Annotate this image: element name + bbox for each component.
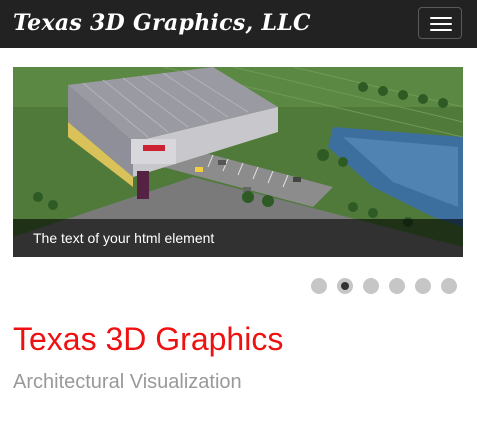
- slider-dot-2[interactable]: [337, 278, 353, 294]
- slide-caption: The text of your html element: [13, 219, 463, 257]
- slider-pagination: [311, 278, 463, 294]
- slide-caption-text: The text of your html element: [33, 230, 215, 246]
- hamburger-menu-button[interactable]: [418, 7, 462, 39]
- navbar: Texas 3D Graphics, LLC: [0, 0, 477, 48]
- slider-dot-3[interactable]: [363, 278, 379, 294]
- page-title: Texas 3D Graphics: [13, 321, 284, 357]
- hamburger-bar: [430, 23, 452, 25]
- brand-logo-text[interactable]: Texas 3D Graphics, LLC: [13, 6, 311, 40]
- slider-dot-5[interactable]: [415, 278, 431, 294]
- hamburger-bar: [430, 29, 452, 31]
- page-subtitle: Architectural Visualization: [13, 371, 242, 393]
- slider-dot-4[interactable]: [389, 278, 405, 294]
- slider-dot-1[interactable]: [311, 278, 327, 294]
- image-slider[interactable]: The text of your html element: [13, 67, 463, 257]
- hamburger-menu-icon: [430, 17, 452, 19]
- slider-dot-6[interactable]: [441, 278, 457, 294]
